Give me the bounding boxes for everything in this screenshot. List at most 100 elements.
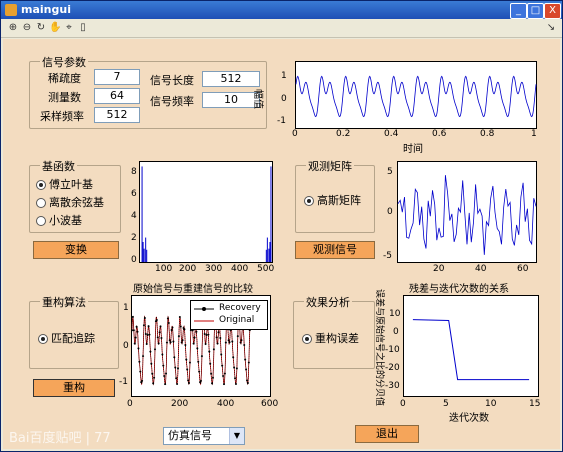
recovery-point xyxy=(198,370,201,373)
recovery-point xyxy=(205,334,208,337)
time-signal-line xyxy=(295,75,537,118)
pan-hand-icon[interactable]: ✋ xyxy=(49,22,61,34)
sample-rate-label: 采样频率 xyxy=(40,110,84,123)
comparison-chart-title: 原始信号与重建信号的比较 xyxy=(133,284,253,295)
recon-error-radio[interactable]: 重构误差 xyxy=(302,330,359,346)
legend: Recovery Original xyxy=(190,300,268,330)
recovery-point xyxy=(235,367,238,370)
xtick-label: 0 xyxy=(400,399,406,409)
xtick-label: 60 xyxy=(517,264,529,274)
recovery-point xyxy=(161,353,164,356)
fourier-basis-radio[interactable]: 傅立叶基 xyxy=(36,176,93,192)
residual-chart-title: 残差与迭代次数的关系 xyxy=(409,284,509,295)
effect-analysis-panel: 效果分析 重构误差 xyxy=(293,294,375,369)
spectrum-axes xyxy=(139,161,273,263)
rotate-icon[interactable]: ↻ xyxy=(35,22,47,34)
matlab-app-icon xyxy=(5,4,17,16)
zoom-in-icon[interactable]: ⊕ xyxy=(7,22,19,34)
signal-params-title: 信号参数 xyxy=(40,54,88,70)
reconstruct-button[interactable]: 重构 xyxy=(33,379,115,397)
transform-button[interactable]: 变换 xyxy=(33,241,119,259)
figure-toolbar: ⊕ ⊖ ↻ ✋ ⌖ ▯ ↘ xyxy=(1,19,562,38)
recovery-point xyxy=(239,341,242,344)
recovery-point xyxy=(211,376,214,379)
recovery-point xyxy=(162,364,165,367)
sparsity-field[interactable]: 7 xyxy=(94,69,140,85)
recovery-point xyxy=(195,330,198,333)
gaussian-matrix-radio[interactable]: 高斯矩阵 xyxy=(304,192,361,208)
dock-arrow-icon[interactable]: ↘ xyxy=(545,22,557,34)
wavelet-basis-radio[interactable]: 小波基 xyxy=(36,212,82,228)
recovery-point xyxy=(208,350,211,353)
time-signal-plot xyxy=(295,75,537,118)
data-cursor-icon[interactable]: ⌖ xyxy=(63,22,75,34)
title-bar[interactable]: maingui _ □ X xyxy=(1,1,562,19)
recovery-point xyxy=(188,361,191,364)
recovery-point xyxy=(155,319,158,322)
measure-count-label: 测量数 xyxy=(48,91,81,104)
recovery-point xyxy=(211,382,214,385)
recovery-point xyxy=(146,334,149,337)
recovery-point xyxy=(186,368,189,371)
signal-length-label: 信号长度 xyxy=(150,74,194,87)
recovery-point xyxy=(234,382,237,385)
zoom-out-icon[interactable]: ⊖ xyxy=(21,22,33,34)
residual-axes xyxy=(403,295,539,397)
window-title: maingui xyxy=(21,3,71,16)
colorbar-icon[interactable]: ▯ xyxy=(77,22,89,34)
recovery-point xyxy=(184,343,187,346)
recovery-point xyxy=(196,347,199,350)
exit-button[interactable]: 退出 xyxy=(355,425,419,443)
matching-pursuit-radio[interactable]: 匹配追踪 xyxy=(38,330,95,346)
recovery-point xyxy=(183,328,186,331)
recovery-point xyxy=(209,362,212,365)
recovery-point xyxy=(145,343,148,346)
signal-type-select[interactable]: 仿真信号 ▼ xyxy=(163,427,245,445)
recovery-point xyxy=(171,326,174,329)
recovery-point xyxy=(243,343,246,346)
observe-signal-button[interactable]: 观测信号 xyxy=(295,241,375,259)
xtick-label: 20 xyxy=(433,264,445,274)
legend-label-original: Original xyxy=(219,315,255,325)
time-signal-axes xyxy=(295,61,537,129)
recovery-point xyxy=(165,341,168,344)
recovery-point xyxy=(233,366,236,369)
close-button[interactable]: X xyxy=(544,3,561,19)
recovery-point xyxy=(166,317,169,320)
legend-label-recovery: Recovery xyxy=(219,303,261,313)
recovery-point xyxy=(234,377,237,380)
recovery-point xyxy=(167,321,170,324)
matching-pursuit-label: 匹配追踪 xyxy=(51,332,95,345)
radio-selected-icon xyxy=(302,334,312,344)
radio-selected-icon xyxy=(304,196,314,206)
ytick-label: -1 xyxy=(119,377,128,387)
maximize-button[interactable]: □ xyxy=(527,3,544,19)
recovery-point xyxy=(178,316,181,319)
recovery-point xyxy=(179,325,182,328)
dct-basis-radio[interactable]: 离散余弦基 xyxy=(36,194,104,210)
recovery-point xyxy=(219,336,222,339)
ytick-label: -10 xyxy=(385,345,400,355)
recovery-point xyxy=(222,375,225,378)
sample-rate-field[interactable]: 512 xyxy=(94,107,140,123)
recovery-point xyxy=(160,336,163,339)
recovery-point xyxy=(180,341,183,344)
recovery-point xyxy=(135,325,138,328)
recovery-point xyxy=(172,340,175,343)
residual-plot xyxy=(412,319,530,381)
recovery-point xyxy=(157,342,160,345)
recovery-point xyxy=(170,328,173,331)
ytick-label: 1 xyxy=(281,71,287,81)
measurement-matrix-title: 观测矩阵 xyxy=(306,158,354,174)
signal-length-field[interactable]: 512 xyxy=(202,71,260,87)
signal-type-value: 仿真信号 xyxy=(168,429,212,442)
minimize-button[interactable]: _ xyxy=(510,3,527,19)
recovery-point xyxy=(197,360,200,363)
recovery-point xyxy=(142,324,145,327)
recovery-point xyxy=(153,376,156,379)
xtick-label: 1 xyxy=(531,129,537,139)
measure-count-field[interactable]: 64 xyxy=(94,88,140,104)
recovery-point xyxy=(236,335,239,338)
recovery-point xyxy=(188,381,191,384)
ytick-label: 0 xyxy=(123,341,129,351)
